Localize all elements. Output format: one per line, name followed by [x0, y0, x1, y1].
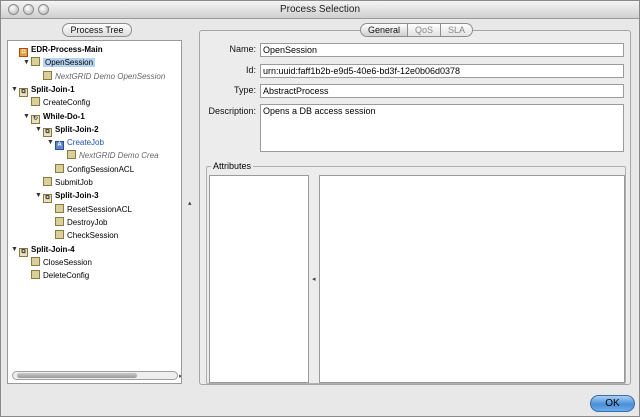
tree-item[interactable]: NextGRID Demo OpenSession: [35, 70, 165, 83]
tree-item[interactable]: ▼ ↻ While-Do-1: [23, 110, 85, 124]
disclosure-triangle-icon[interactable]: ▼: [23, 56, 31, 69]
tree-item[interactable]: ▼ OpenSession: [23, 56, 96, 69]
activity-icon: [31, 270, 40, 280]
general-tab-panel: Name: OpenSession Id: urn:uuid:faff1b2b-…: [199, 30, 631, 385]
pane-splitter-handle[interactable]: ▴: [188, 199, 192, 207]
tree-item[interactable]: ▼ ⧉ Split-Join-3: [35, 189, 99, 204]
tree-item[interactable]: CheckSession: [47, 229, 118, 242]
tab-qos[interactable]: QoS: [407, 23, 442, 37]
details-pane: Name: OpenSession Id: urn:uuid:faff1b2b-…: [199, 23, 631, 385]
tree-item-label: ConfigSessionACL: [67, 164, 135, 174]
tree-item[interactable]: DestroyJob: [47, 216, 107, 229]
tree-item[interactable]: DeleteConfig: [23, 269, 89, 282]
tree-item-label: While-Do-1: [43, 111, 85, 121]
process-tree-pane: Process Tree ◂ ▸ ◘EDR-Process-Main▼OpenS…: [5, 23, 185, 385]
details-tabs: General QoS SLA: [360, 23, 474, 37]
type-label: Type:: [233, 85, 256, 95]
activity-icon: [31, 97, 40, 107]
description-field[interactable]: Opens a DB access session: [260, 104, 624, 152]
activity-icon: [55, 203, 64, 213]
disclosure-triangle-icon[interactable]: ▼: [11, 243, 19, 256]
tree-item[interactable]: ▼ A CreateJob: [47, 136, 104, 151]
disclosure-triangle-icon[interactable]: ▼: [11, 83, 19, 96]
process-selection-window: Process Selection Process Tree ◂ ▸ ◘EDR-…: [0, 0, 640, 417]
title-bar: Process Selection: [1, 1, 639, 19]
attributes-splitter-handle[interactable]: ◂: [312, 275, 316, 283]
process-tree-header[interactable]: Process Tree: [62, 23, 132, 37]
tree-item[interactable]: ▼ ⧉ Split-Join-2: [35, 123, 99, 137]
attributes-list[interactable]: [209, 175, 309, 383]
process-tree: ◂ ▸ ◘EDR-Process-Main▼OpenSessionNextGRI…: [7, 40, 182, 384]
service-icon: [43, 70, 52, 80]
activity-icon: [55, 230, 64, 240]
tree-scroll-thumb[interactable]: [17, 373, 137, 378]
activity-icon: [43, 177, 52, 186]
activity-icon: [31, 57, 40, 67]
tree-item-label: Split-Join-3: [55, 191, 99, 201]
tree-item[interactable]: ▼ ⧉ Split-Join-1: [11, 83, 75, 97]
attributes-title: Attributes: [211, 161, 254, 171]
disclosure-triangle-icon[interactable]: ▼: [23, 110, 31, 123]
tree-item-label: CreateJob: [67, 138, 104, 148]
tree-item[interactable]: CreateConfig: [23, 96, 90, 109]
disclosure-triangle-icon[interactable]: ▼: [47, 136, 55, 149]
tree-item-label: Split-Join-4: [31, 244, 75, 254]
tree-item[interactable]: ◘ EDR-Process-Main: [11, 43, 103, 57]
tree-item-label: NextGRID Demo OpenSession: [55, 71, 166, 81]
service-icon: [67, 150, 76, 160]
attributes-group: Attributes ◂: [206, 161, 626, 384]
tree-item-label: SubmitJob: [55, 178, 93, 187]
tree-item-label: Split-Join-1: [31, 84, 75, 94]
ok-button[interactable]: OK: [590, 395, 635, 412]
tree-item-label: NextGRID Demo Crea: [79, 151, 159, 161]
tree-horizontal-scrollbar[interactable]: [12, 371, 178, 380]
disclosure-triangle-icon[interactable]: ▼: [35, 189, 43, 202]
tab-sla[interactable]: SLA: [440, 23, 474, 37]
window-title: Process Selection: [279, 4, 361, 15]
type-field[interactable]: AbstractProcess: [260, 84, 624, 98]
tree-item[interactable]: ▼ ⧉ Split-Join-4: [11, 243, 75, 257]
tree-item-label: DeleteConfig: [43, 271, 90, 281]
tree-item[interactable]: NextGRID Demo Crea: [59, 149, 159, 162]
tree-item[interactable]: ConfigSessionACL: [47, 163, 134, 176]
tree-item-label: DestroyJob: [67, 217, 108, 227]
disclosure-triangle-icon[interactable]: ▼: [35, 123, 43, 136]
tree-item-label: CheckSession: [67, 231, 119, 241]
tree-item[interactable]: ResetSessionACL: [47, 203, 132, 216]
tree-item-label: CloseSession: [43, 257, 92, 267]
attributes-detail[interactable]: [319, 175, 625, 383]
activity-icon: [55, 163, 64, 173]
tree-item[interactable]: CloseSession: [23, 256, 92, 269]
description-label: Description:: [208, 106, 256, 116]
tab-general[interactable]: General: [360, 23, 409, 37]
tree-item[interactable]: SubmitJob: [35, 176, 93, 189]
tree-item-label: OpenSession: [43, 58, 96, 68]
tree-item-label: ResetSessionACL: [67, 204, 132, 214]
name-field[interactable]: OpenSession: [260, 43, 624, 57]
id-field[interactable]: urn:uuid:faff1b2b-e9d5-40e6-bd3f-12e0b06…: [260, 64, 624, 78]
scroll-right-arrow[interactable]: ▸: [179, 372, 181, 380]
id-label: Id:: [245, 65, 256, 75]
tree-item-label: CreateConfig: [43, 98, 91, 108]
name-label: Name:: [229, 44, 256, 54]
tree-item-label: EDR-Process-Main: [31, 45, 103, 54]
activity-icon: [55, 216, 64, 226]
activity-icon: [31, 256, 40, 266]
tree-item-label: Split-Join-2: [55, 124, 99, 134]
